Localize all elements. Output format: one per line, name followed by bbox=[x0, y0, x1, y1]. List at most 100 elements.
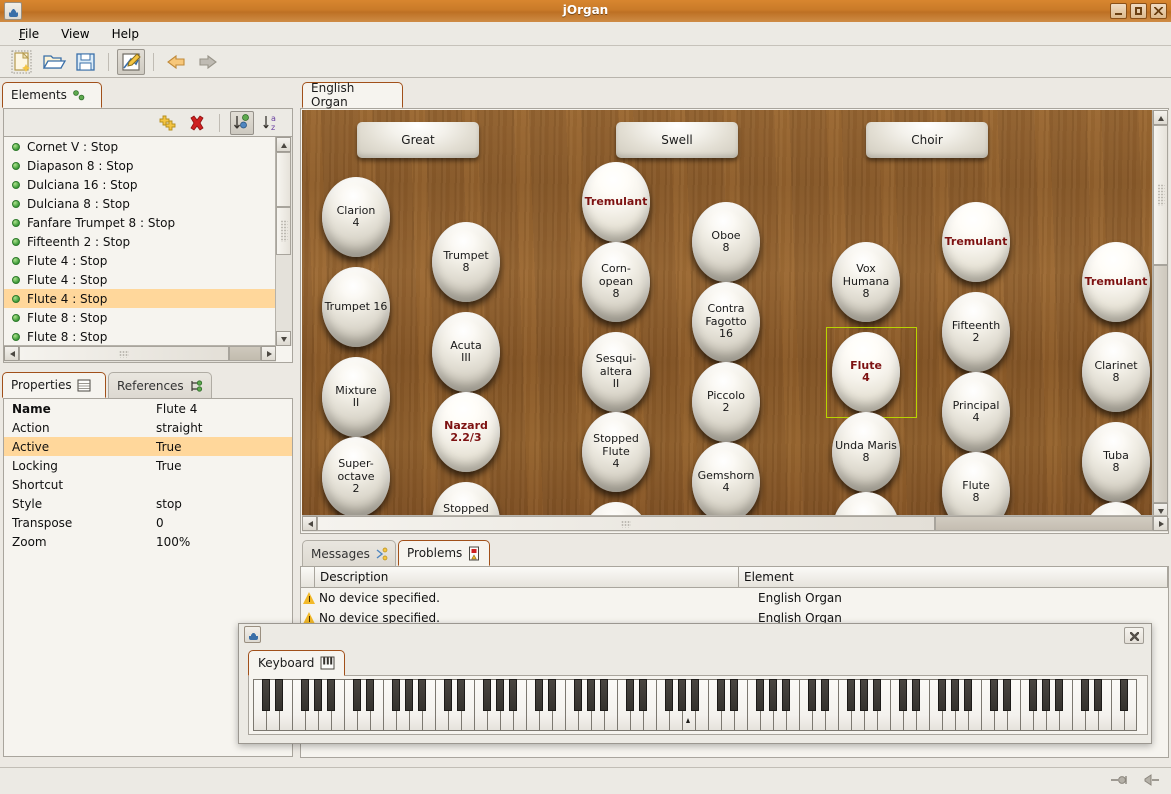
piano-black-key[interactable] bbox=[574, 679, 582, 711]
piano-black-key[interactable] bbox=[951, 679, 959, 711]
forward-arrow-icon[interactable] bbox=[194, 49, 222, 75]
division-label[interactable]: Great bbox=[357, 122, 479, 158]
piano-black-key[interactable] bbox=[678, 679, 686, 711]
piano-black-key[interactable] bbox=[860, 679, 868, 711]
piano-black-key[interactable] bbox=[1003, 679, 1011, 711]
stop-knob[interactable]: Flute8 bbox=[942, 452, 1010, 517]
menu-view[interactable]: View bbox=[50, 24, 100, 44]
console-hscroll-track-end[interactable] bbox=[935, 516, 1153, 531]
list-item[interactable]: Fanfare Trumpet 8 : Stop bbox=[4, 213, 275, 232]
piano-black-key[interactable] bbox=[1120, 679, 1128, 711]
console-horizontal-scrollbar[interactable] bbox=[302, 515, 1168, 532]
list-item[interactable]: Dulciana 8 : Stop bbox=[4, 194, 275, 213]
stop-knob[interactable]: Diapason8 bbox=[832, 492, 900, 517]
stop-knob[interactable]: StoppedDiapason8 bbox=[432, 482, 500, 517]
piano-black-key[interactable] bbox=[444, 679, 452, 711]
piano-black-key[interactable] bbox=[600, 679, 608, 711]
tab-problems[interactable]: Problems bbox=[398, 540, 490, 566]
piano-black-key[interactable] bbox=[626, 679, 634, 711]
piano-black-key[interactable] bbox=[405, 679, 413, 711]
console-scroll-left-button[interactable] bbox=[302, 516, 317, 531]
construct-icon[interactable] bbox=[117, 48, 145, 75]
stop-knob[interactable]: Flute 4 bbox=[832, 332, 900, 412]
list-item[interactable]: Flute 8 : Stop bbox=[4, 308, 275, 327]
piano-black-key[interactable] bbox=[496, 679, 504, 711]
stop-knob[interactable]: Tremulant bbox=[1082, 242, 1150, 322]
piano-black-key[interactable] bbox=[717, 679, 725, 711]
property-value[interactable]: True bbox=[154, 459, 292, 473]
piano-black-key[interactable] bbox=[899, 679, 907, 711]
piano-black-key[interactable] bbox=[1055, 679, 1063, 711]
close-button[interactable] bbox=[1150, 3, 1167, 19]
piano-black-key[interactable] bbox=[769, 679, 777, 711]
property-row[interactable]: Action straight bbox=[4, 418, 292, 437]
delete-element-icon[interactable] bbox=[185, 111, 209, 135]
sort-reference-icon[interactable] bbox=[230, 110, 254, 135]
menu-file[interactable]: File bbox=[8, 24, 50, 44]
list-item[interactable]: Flute 8 : Stop bbox=[4, 327, 275, 346]
scroll-right-button[interactable] bbox=[261, 346, 276, 361]
elements-list[interactable]: Cornet V : Stop Diapason 8 : Stop Dulciana… bbox=[3, 136, 293, 363]
list-item[interactable]: Flute 4 : Stop bbox=[4, 251, 275, 270]
property-row[interactable]: Transpose 0 bbox=[4, 513, 292, 532]
piano-black-key[interactable] bbox=[821, 679, 829, 711]
division-label[interactable]: Choir bbox=[866, 122, 988, 158]
piano-black-key[interactable] bbox=[314, 679, 322, 711]
piano-black-key[interactable] bbox=[301, 679, 309, 711]
scroll-up-button[interactable] bbox=[276, 137, 291, 152]
tab-keyboard[interactable]: Keyboard bbox=[248, 650, 346, 676]
stop-knob[interactable]: Mixture II bbox=[322, 357, 390, 437]
stop-knob[interactable]: Trumpet 16 bbox=[322, 267, 390, 347]
piano-black-key[interactable] bbox=[756, 679, 764, 711]
piano-black-key[interactable] bbox=[548, 679, 556, 711]
console-scroll-up-button[interactable] bbox=[1153, 110, 1168, 125]
piano-black-key[interactable] bbox=[275, 679, 283, 711]
stop-knob[interactable]: Principal 4 bbox=[942, 372, 1010, 452]
stop-knob[interactable]: Stopped Flute 4 bbox=[582, 412, 650, 492]
tab-properties[interactable]: Properties bbox=[2, 372, 106, 398]
piano-black-key[interactable] bbox=[327, 679, 335, 711]
scroll-down-button[interactable] bbox=[276, 331, 291, 346]
stop-knob[interactable]: Nazard 2.2/3 bbox=[432, 392, 500, 472]
piano-black-key[interactable] bbox=[873, 679, 881, 711]
property-value[interactable]: 100% bbox=[154, 535, 292, 549]
piano-black-key[interactable] bbox=[665, 679, 673, 711]
list-item[interactable]: Flute 4 : Stop bbox=[4, 289, 275, 308]
piano-black-key[interactable] bbox=[847, 679, 855, 711]
keyboard-dialog-close-button[interactable] bbox=[1124, 627, 1144, 644]
sort-alphabetical-icon[interactable]: a z bbox=[260, 111, 284, 135]
column-header-description[interactable]: Description bbox=[315, 567, 739, 588]
stop-knob[interactable]: Sesqui-altera II bbox=[582, 332, 650, 412]
list-item[interactable]: Fifteenth 2 : Stop bbox=[4, 232, 275, 251]
stop-knob[interactable]: Clarion 4 bbox=[322, 177, 390, 257]
stop-knob[interactable]: Fifteenth 2 bbox=[942, 292, 1010, 372]
piano-black-key[interactable] bbox=[535, 679, 543, 711]
piano-black-key[interactable] bbox=[366, 679, 374, 711]
tab-references[interactable]: References bbox=[108, 372, 212, 398]
elements-vscroll-thumb-2[interactable] bbox=[276, 207, 291, 255]
stop-knob[interactable]: Tremulant bbox=[582, 162, 650, 242]
stop-knob[interactable]: Piccolo 2 bbox=[692, 362, 760, 442]
stop-knob[interactable]: Unda Maris 8 bbox=[832, 412, 900, 492]
piano-black-key[interactable] bbox=[1094, 679, 1102, 711]
minimize-button[interactable] bbox=[1110, 3, 1127, 19]
stop-knob[interactable]: Gemshorn 4 bbox=[692, 442, 760, 517]
piano-black-key[interactable] bbox=[938, 679, 946, 711]
scroll-left-button[interactable] bbox=[4, 346, 19, 361]
list-item[interactable]: Diapason 8 : Stop bbox=[4, 156, 275, 175]
property-row[interactable]: Name Flute 4 bbox=[4, 399, 292, 418]
piano-black-key[interactable] bbox=[1081, 679, 1089, 711]
property-row[interactable]: Active True bbox=[4, 437, 292, 456]
piano-black-key[interactable] bbox=[730, 679, 738, 711]
property-row[interactable]: Locking True bbox=[4, 456, 292, 475]
elements-vertical-scrollbar[interactable] bbox=[275, 137, 292, 346]
stop-knob[interactable]: Vox Humana 8 bbox=[832, 242, 900, 322]
new-icon[interactable] bbox=[8, 49, 36, 75]
stop-knob[interactable]: Acuta III bbox=[432, 312, 500, 392]
piano-black-key[interactable] bbox=[912, 679, 920, 711]
stop-knob[interactable]: Contra Fagotto 16 bbox=[692, 282, 760, 362]
piano-black-key[interactable] bbox=[808, 679, 816, 711]
list-item[interactable]: Flute 4 : Stop bbox=[4, 270, 275, 289]
property-value[interactable]: Flute 4 bbox=[154, 402, 292, 416]
piano-black-key[interactable] bbox=[1029, 679, 1037, 711]
